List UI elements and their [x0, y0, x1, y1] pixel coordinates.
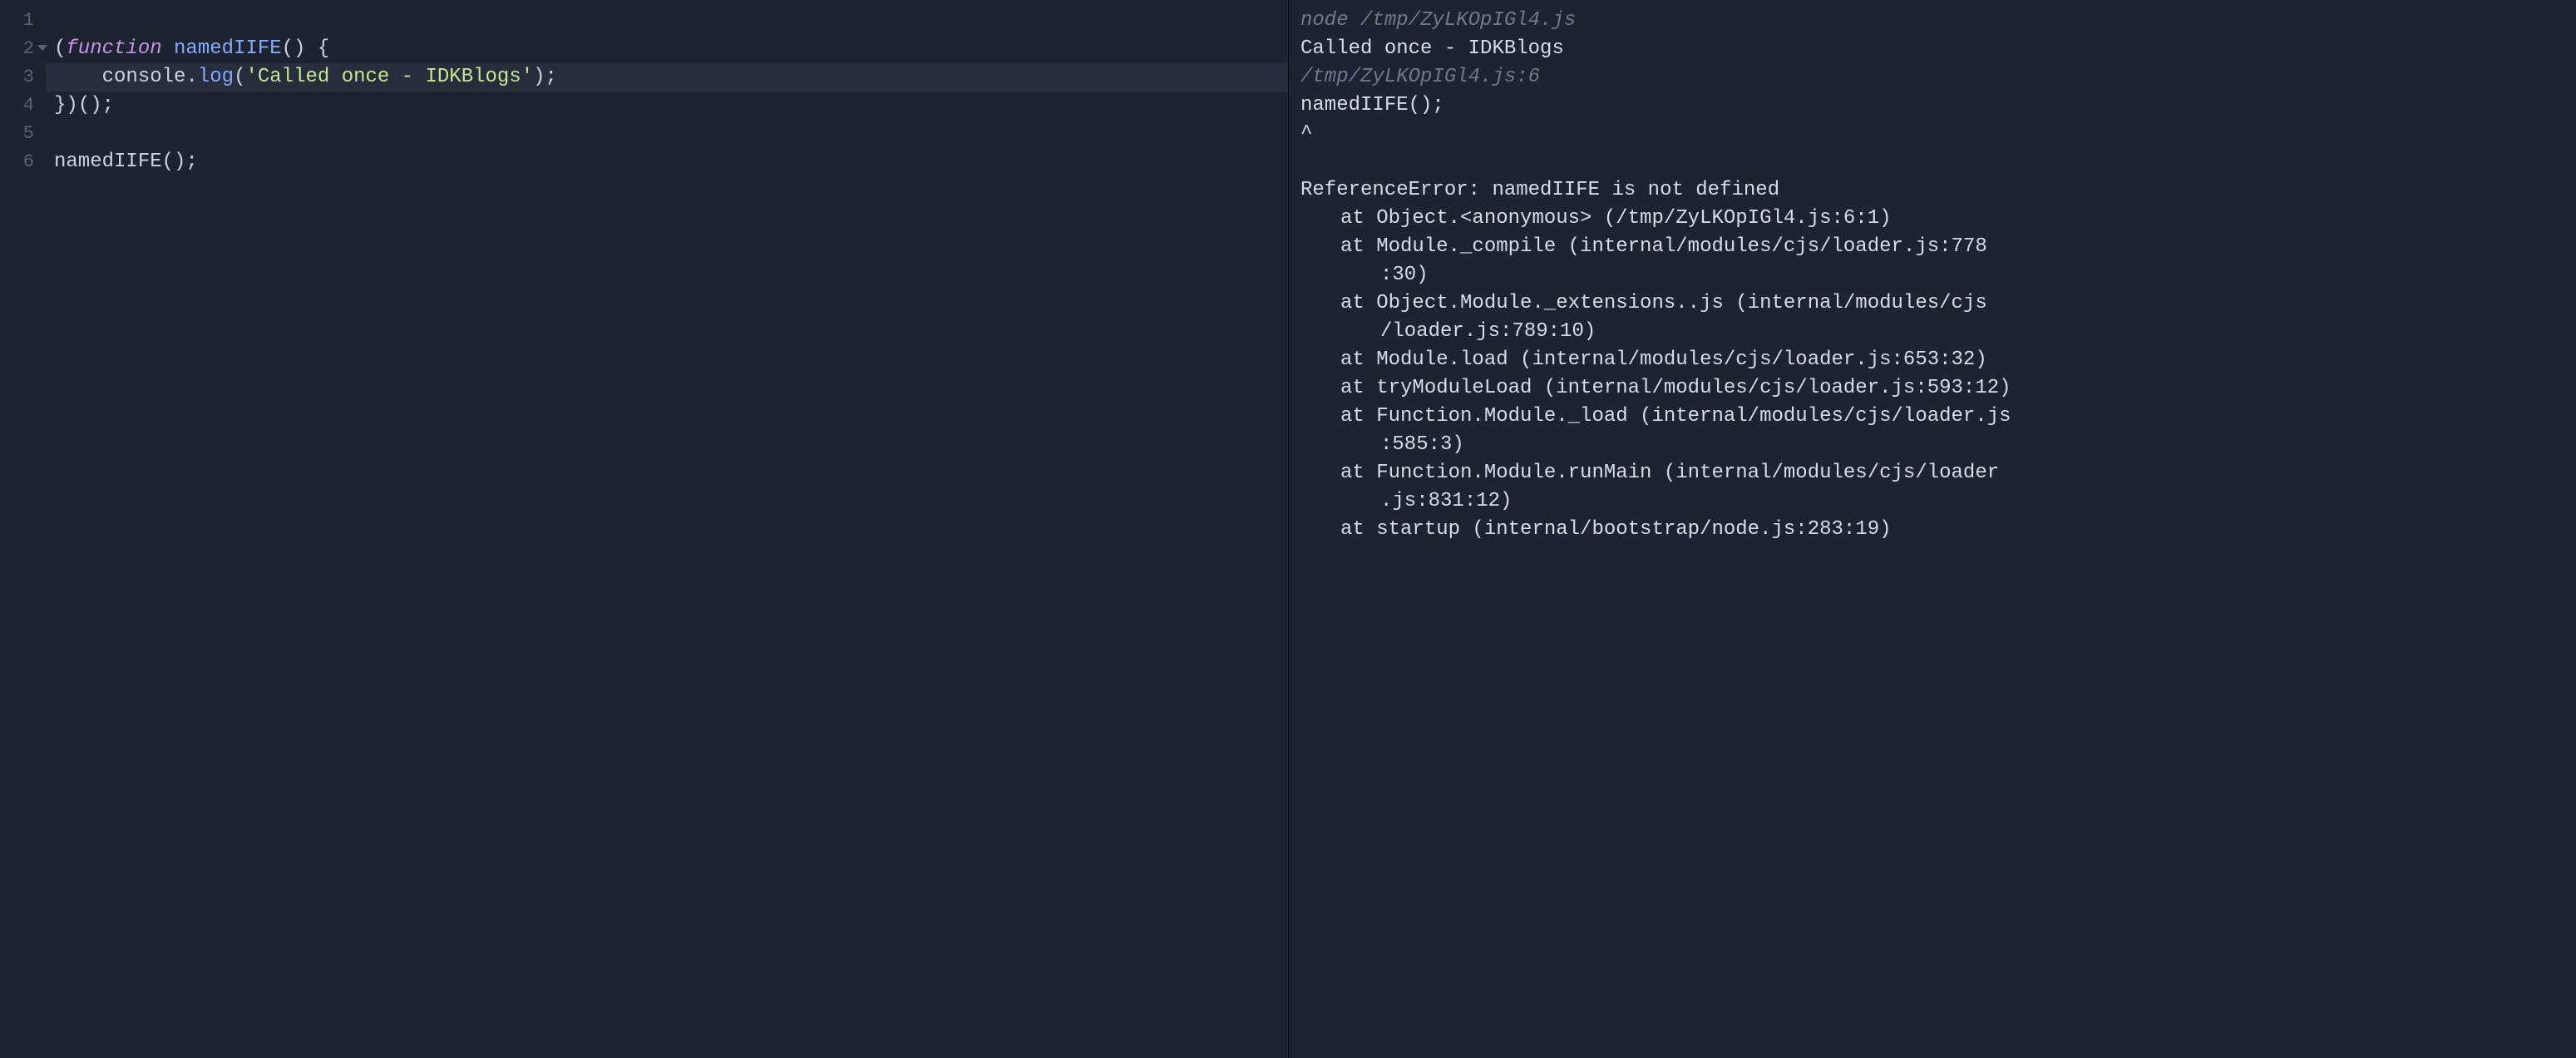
console-line: at Function.Module._load (internal/modul…	[1300, 403, 2564, 431]
code-token: ;	[102, 94, 114, 116]
code-token: ;	[545, 66, 557, 88]
code-token: ()	[162, 151, 186, 173]
code-token: log	[198, 66, 234, 88]
code-token: }	[54, 94, 66, 116]
console-line: at tryModuleLoad (internal/modules/cjs/l…	[1300, 374, 2564, 403]
code-token: namedIIFE	[54, 151, 162, 173]
console-line: at Object.Module._extensions..js (intern…	[1300, 289, 2564, 318]
console-line: :30)	[1300, 261, 2564, 289]
line-number: 6	[0, 148, 46, 176]
code-area[interactable]: (function namedIIFE() { console.log('Cal…	[46, 0, 1288, 1058]
code-line[interactable]: })();	[54, 91, 1288, 120]
console-line: ReferenceError: namedIIFE is not defined	[1300, 176, 2564, 205]
line-number: 3	[0, 63, 46, 91]
console-line: :585:3)	[1300, 431, 2564, 459]
code-token: 'Called once - IDKBlogs'	[245, 66, 533, 88]
editor-pane[interactable]: 123456 (function namedIIFE() { console.l…	[0, 0, 1288, 1058]
console-line: .js:831:12)	[1300, 487, 2564, 516]
output-console-pane[interactable]: node /tmp/ZyLKOpIGl4.jsCalled once - IDK…	[1288, 0, 2576, 1058]
split-container: 123456 (function namedIIFE() { console.l…	[0, 0, 2576, 1058]
code-token: )	[533, 66, 545, 88]
line-number: 5	[0, 120, 46, 148]
console-line: at Module.load (internal/modules/cjs/loa…	[1300, 346, 2564, 374]
code-token	[305, 37, 317, 60]
line-number-gutter: 123456	[0, 0, 46, 1058]
code-token	[54, 66, 102, 88]
code-token: .	[185, 66, 197, 88]
code-token: (	[234, 66, 245, 88]
code-token: {	[318, 37, 329, 60]
code-token: namedIIFE	[174, 37, 282, 60]
code-line[interactable]: namedIIFE();	[54, 148, 1288, 176]
line-number: 4	[0, 91, 46, 120]
console-line: ^	[1300, 120, 2564, 148]
line-number: 2	[0, 35, 46, 63]
console-line: at Function.Module.runMain (internal/mod…	[1300, 459, 2564, 487]
console-line: Called once - IDKBlogs	[1300, 35, 2564, 63]
console-line: namedIIFE();	[1300, 91, 2564, 120]
code-line[interactable]: console.log('Called once - IDKBlogs');	[46, 63, 1288, 91]
code-line[interactable]: (function namedIIFE() {	[54, 35, 1288, 63]
code-token: console	[102, 66, 186, 88]
code-token: ()	[282, 37, 306, 60]
console-line: at startup (internal/bootstrap/node.js:2…	[1300, 516, 2564, 544]
code-line[interactable]	[54, 120, 1288, 148]
code-token: ;	[185, 151, 197, 173]
console-line: node /tmp/ZyLKOpIGl4.js	[1300, 7, 2564, 35]
console-line	[1300, 148, 2564, 176]
console-line: at Module._compile (internal/modules/cjs…	[1300, 233, 2564, 261]
code-token: function	[66, 37, 161, 60]
line-number: 1	[0, 7, 46, 35]
console-line: at Object.<anonymous> (/tmp/ZyLKOpIGl4.j…	[1300, 205, 2564, 233]
code-token: ()	[78, 94, 102, 116]
console-line: /loader.js:789:10)	[1300, 318, 2564, 346]
code-line[interactable]	[54, 7, 1288, 35]
code-token	[162, 37, 174, 60]
console-line: /tmp/ZyLKOpIGl4.js:6	[1300, 63, 2564, 91]
code-token: (	[54, 37, 66, 60]
fold-icon[interactable]	[37, 45, 47, 51]
code-token: )	[66, 94, 77, 116]
